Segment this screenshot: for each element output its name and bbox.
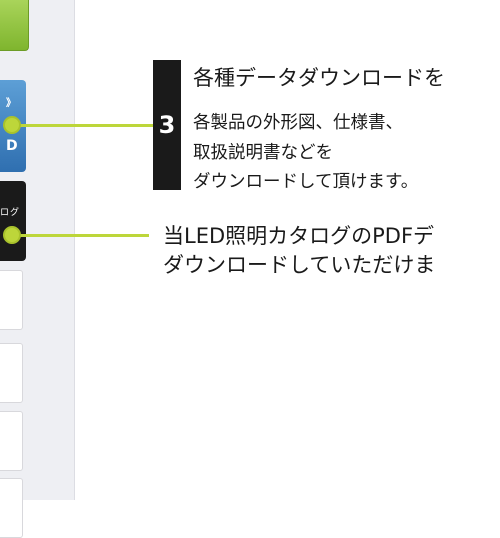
download-button-glyph-bottom: D (6, 138, 18, 154)
catalog-connector-line (19, 234, 149, 237)
catalog-note-line: ダウンロードしていただけま (163, 253, 436, 277)
callout-title: 各種データダウンロードを (193, 66, 445, 90)
catalog-note-line: 当LED照明カタログのPDFデ (163, 224, 435, 248)
download-button-glyph-top: 》 (6, 98, 16, 109)
callout-description-line: 各製品の外形図、仕様書、 (193, 113, 403, 133)
catalog-button-label: ログ (0, 208, 21, 218)
sidebar-item-placeholder[interactable] (0, 411, 23, 471)
sidebar-item-placeholder[interactable] (0, 270, 23, 330)
callout-pointer-dot (3, 116, 21, 134)
catalog-button[interactable]: ログ (0, 181, 26, 261)
callout-connector-line (19, 124, 153, 127)
catalog-pointer-dot (3, 226, 21, 244)
sidebar: 》 D ログ (0, 0, 75, 538)
step-number-badge: 3 (153, 60, 181, 190)
sidebar-item-placeholder[interactable] (0, 343, 23, 403)
callout-description-line: 取扱説明書などを (193, 143, 333, 163)
callout-description-line: ダウンロードして頂けます。 (193, 172, 419, 192)
green-nav-button[interactable] (0, 0, 29, 51)
sidebar-item-placeholder[interactable] (0, 478, 23, 538)
